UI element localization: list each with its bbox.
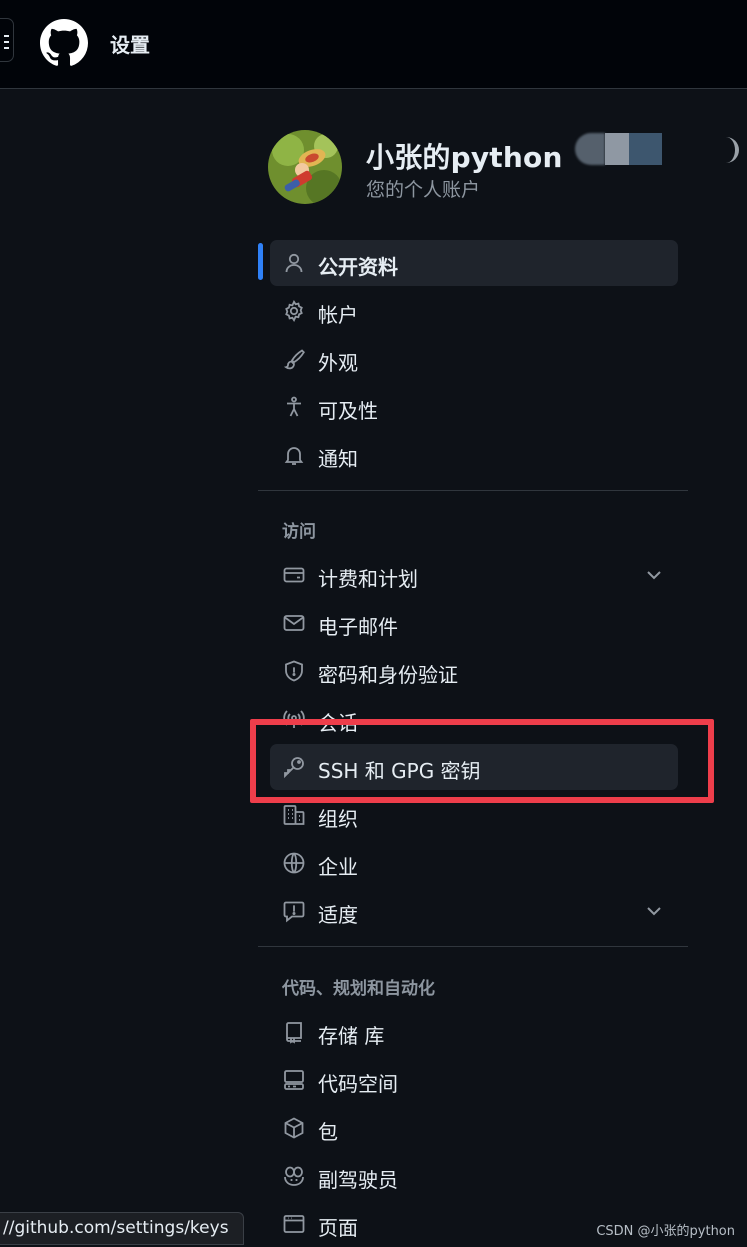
sidebar-item-label: 帐户 [318,303,358,327]
shield-lock-icon [282,659,306,683]
bell-icon [282,443,306,467]
profile-subtitle: 您的个人账户 [366,179,481,201]
repo-icon [282,1020,306,1044]
redacted-area [629,133,662,165]
divider [258,490,688,491]
organization-icon [282,803,306,827]
sidebar-item-billing[interactable]: 计费和计划 [270,552,678,598]
sidebar-item-password-auth[interactable]: 密码和身份验证 [270,648,678,694]
redacted-area [605,133,629,165]
top-bar: 设置 [0,0,747,89]
sidebar-item-label: 包 [318,1120,338,1144]
sidebar-item-label: 组织 [318,807,358,831]
sidebar-item-repositories[interactable]: 存储 库 [270,1009,678,1055]
sidebar-item-public-profile[interactable]: 公开资料 [270,240,678,286]
package-icon [282,1116,306,1140]
sidebar-item-appearance[interactable]: 外观 [270,336,678,382]
annotation-highlight-box [250,719,714,803]
browser-icon [282,1212,306,1236]
divider [258,946,688,947]
sidebar-item-copilot[interactable]: 副驾驶员 [270,1153,678,1199]
sidebar-item-label: 页面 [318,1216,358,1240]
sidebar-item-notifications[interactable]: 通知 [270,432,678,478]
sidebar-item-label: 公开资料 [318,255,398,279]
sidebar-item-label: 适度 [318,903,358,927]
status-bar-url: //github.com/settings/keys [0,1212,244,1245]
sidebar-item-packages[interactable]: 包 [270,1105,678,1151]
sidebar-item-label: 副驾驶员 [318,1168,398,1192]
chevron-down-icon[interactable] [642,563,666,587]
redacted-area [723,133,745,165]
sidebar-item-account[interactable]: 帐户 [270,288,678,334]
sidebar-item-label: 企业 [318,855,358,879]
paintbrush-icon [282,347,306,371]
chevron-down-icon[interactable] [642,899,666,923]
sidebar-item-label: 通知 [318,447,358,471]
accessibility-icon [282,395,306,419]
codespaces-icon [282,1068,306,1092]
page-title: 设置 [110,33,150,57]
mail-icon [282,611,306,635]
sidebar-item-label: 密码和身份验证 [318,663,458,687]
credit-card-icon [282,563,306,587]
sidebar-item-codespaces[interactable]: 代码空间 [270,1057,678,1103]
sidebar-item-label: 外观 [318,351,358,375]
gear-icon [282,299,306,323]
profile-name: 小张的python [366,141,563,174]
sidebar-item-label: 电子邮件 [318,615,398,639]
sidebar-item-enterprises[interactable]: 企业 [270,840,678,886]
sidebar-item-emails[interactable]: 电子邮件 [270,600,678,646]
watermark: CSDN @小张的python [596,1224,735,1239]
sidebar-item-label: 计费和计划 [318,567,418,591]
sidebar-item-label: 可及性 [318,399,378,423]
github-logo-icon[interactable] [40,19,88,67]
globe-icon [282,851,306,875]
section-heading-code-planning: 代码、规划和自动化 [282,979,435,999]
sidebar-item-accessibility[interactable]: 可及性 [270,384,678,430]
report-icon [282,899,306,923]
person-icon [282,251,306,275]
sidebar-item-label: 存储 库 [318,1024,385,1048]
sidebar-item-label: 代码空间 [318,1072,398,1096]
sidebar-item-moderation[interactable]: 适度 [270,888,678,934]
redacted-area [575,133,605,165]
avatar[interactable] [268,130,342,204]
section-heading-access: 访问 [282,522,316,542]
copilot-icon [282,1164,306,1188]
active-indicator [258,243,263,280]
hamburger-menu-button[interactable] [0,18,14,62]
